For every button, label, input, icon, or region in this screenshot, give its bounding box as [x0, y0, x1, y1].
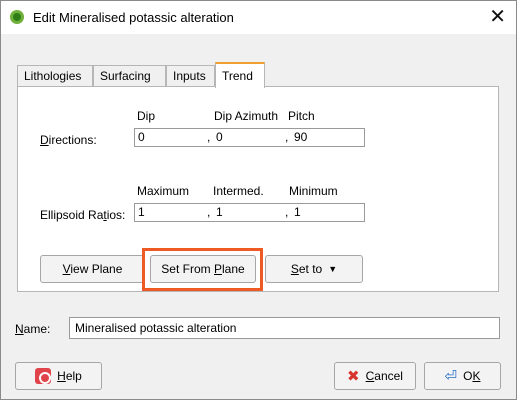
- ok-button[interactable]: ⏎ OK: [424, 362, 501, 390]
- dip-column-label: Dip: [137, 109, 156, 123]
- intermed-input[interactable]: 1: [213, 204, 283, 221]
- tab-inputs[interactable]: Inputs: [166, 65, 215, 87]
- intermed-column-label: Intermed.: [213, 184, 264, 198]
- title-bar: Edit Mineralised potassic alteration ✕: [1, 1, 516, 34]
- separator: ,: [207, 130, 211, 144]
- cancel-button[interactable]: ✖ Cancel: [334, 362, 416, 390]
- tab-lithologies[interactable]: Lithologies: [17, 65, 93, 87]
- dialog-title: Edit Mineralised potassic alteration: [33, 10, 234, 25]
- view-plane-label: View Plane: [62, 262, 123, 276]
- edit-dialog: Edit Mineralised potassic alteration ✕ L…: [0, 0, 517, 400]
- maximum-column-label: Maximum: [137, 184, 190, 198]
- ellipsoid-ratios-field: 1 , 1 , 1: [134, 203, 365, 222]
- minimum-column-label: Minimum: [289, 184, 338, 198]
- cancel-label: Cancel: [365, 369, 403, 383]
- help-button[interactable]: Help: [15, 362, 102, 390]
- name-input[interactable]: Mineralised potassic alteration: [69, 317, 500, 339]
- chevron-down-icon: ▼: [328, 264, 338, 274]
- pitch-column-label: Pitch: [288, 109, 315, 123]
- dip-input[interactable]: 0: [135, 129, 205, 146]
- pitch-input[interactable]: 90: [291, 129, 363, 146]
- dip-azimuth-input[interactable]: 0: [213, 129, 283, 146]
- app-logo-icon: [10, 10, 24, 24]
- set-to-label: Set to: [290, 262, 323, 276]
- ok-label: OK: [463, 369, 481, 383]
- set-from-plane-highlight: [142, 248, 263, 291]
- close-icon[interactable]: ✕: [489, 5, 506, 29]
- separator: ,: [207, 205, 211, 219]
- tab-trend[interactable]: Trend: [215, 62, 265, 88]
- directions-label: Directions:: [40, 133, 97, 147]
- cancel-x-icon: ✖: [347, 367, 360, 385]
- help-icon: [35, 368, 52, 384]
- name-label: Name:: [15, 322, 51, 336]
- maximum-input[interactable]: 1: [135, 204, 205, 221]
- tab-surfacing[interactable]: Surfacing: [93, 65, 166, 87]
- separator: ,: [285, 205, 289, 219]
- ellipsoid-ratios-label: Ellipsoid Ratios:: [40, 208, 126, 222]
- enter-arrow-icon: ⏎: [444, 367, 458, 385]
- help-label: Help: [57, 369, 82, 383]
- minimum-input[interactable]: 1: [291, 204, 363, 221]
- view-plane-button[interactable]: View Plane: [40, 255, 145, 283]
- separator: ,: [285, 130, 289, 144]
- directions-field: 0 , 0 , 90: [134, 128, 365, 147]
- set-to-dropdown-button[interactable]: Set to ▼: [265, 255, 363, 283]
- dip-azimuth-column-label: Dip Azimuth: [214, 109, 279, 123]
